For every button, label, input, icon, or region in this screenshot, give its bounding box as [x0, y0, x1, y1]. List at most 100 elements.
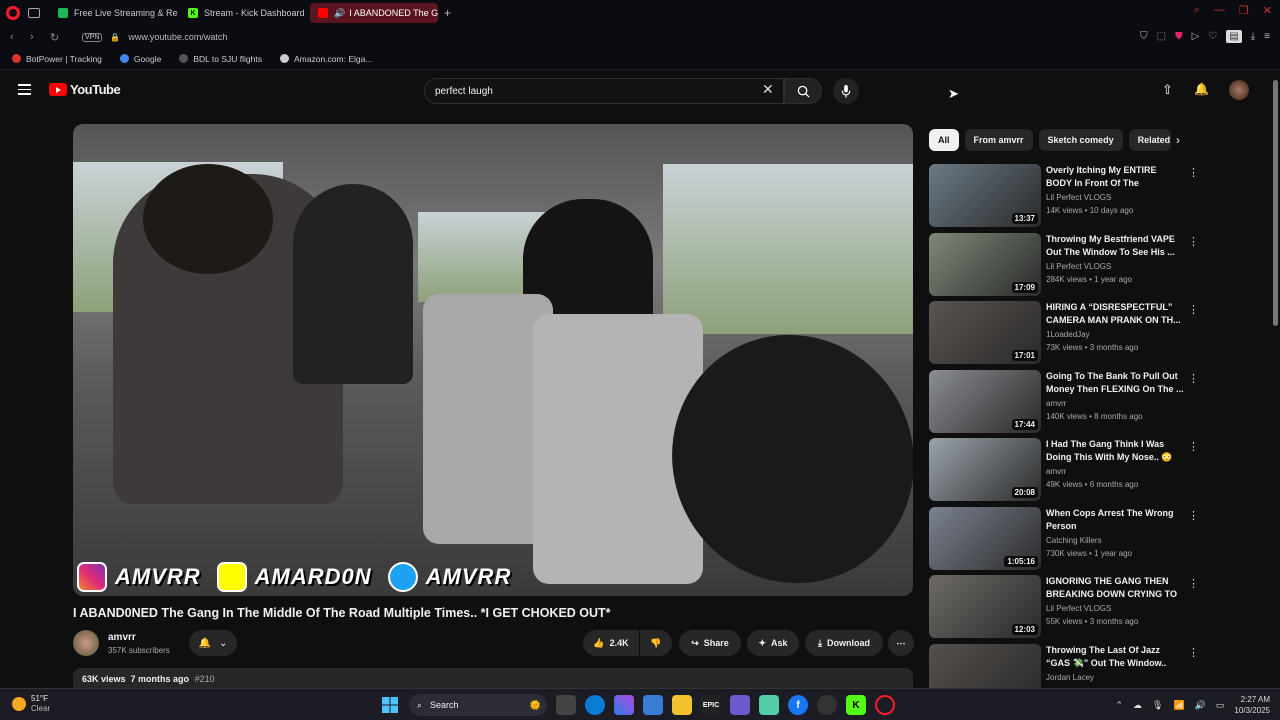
notification-settings-button[interactable]: 🔔 ⌄ — [189, 630, 237, 656]
opera-logo-icon[interactable] — [6, 6, 20, 20]
more-vertical-icon[interactable]: ⋮ — [1188, 646, 1199, 659]
app-icon[interactable] — [730, 695, 750, 715]
browser-tab-1[interactable]: Free Live Streaming & Re — [50, 3, 178, 23]
recommendation-channel[interactable]: amvrr — [1046, 467, 1066, 476]
like-button[interactable]: 👍 2.4K — [583, 630, 639, 656]
recommendation-title[interactable]: HIRING A “DISRESPECTFUL” CAMERA MAN PRAN… — [1046, 301, 1184, 327]
chip-all[interactable]: All — [929, 129, 959, 151]
opera-icon[interactable] — [875, 695, 895, 715]
heart-icon[interactable]: ♡ — [1208, 31, 1217, 42]
recommendation-item[interactable]: 17:09 Throwing My Bestfriend VAPE Out Th… — [929, 232, 1199, 297]
lock-icon[interactable]: 🔒 — [110, 33, 120, 42]
search-input[interactable]: perfect laugh — [424, 78, 784, 104]
ask-button[interactable]: ✦ Ask — [747, 630, 799, 656]
play-icon[interactable]: ▷ — [1192, 31, 1200, 42]
bookmark-item[interactable]: BotPower | Tracking — [12, 54, 102, 64]
description-box[interactable]: 63K views 7 months ago #210 — [73, 668, 913, 688]
facebook-icon[interactable]: f — [788, 695, 808, 715]
sidebar-toggle-icon[interactable] — [28, 8, 40, 18]
clear-search-icon[interactable]: ✕ — [762, 81, 774, 98]
video-thumbnail[interactable]: 17:01 — [929, 301, 1041, 364]
recommendation-title[interactable]: Throwing The Last Of Jazz “GAS 💸” Out Th… — [1046, 644, 1184, 670]
recommendation-item[interactable]: 13:37 Overly Itching My ENTIRE BODY In F… — [929, 164, 1199, 228]
shield-icon[interactable]: ⛊ — [1175, 31, 1183, 42]
recommendation-title[interactable]: Going To The Bank To Pull Out Money Then… — [1046, 370, 1184, 396]
more-vertical-icon[interactable]: ⋮ — [1188, 235, 1199, 248]
new-tab-button[interactable]: + — [444, 6, 451, 20]
recommendation-item[interactable]: 17:01 HIRING A “DISRESPECTFUL” CAMERA MA… — [929, 301, 1199, 365]
video-thumbnail[interactable]: 13:37 — [929, 164, 1041, 227]
url-field[interactable]: www.youtube.com/watch — [128, 32, 227, 42]
windows-start-icon[interactable] — [380, 695, 400, 715]
weather-widget[interactable]: 51°F Clear — [12, 694, 50, 714]
search-tabs-icon[interactable]: ⌕ — [1194, 4, 1200, 17]
extension-icon[interactable]: ▤ — [1226, 30, 1242, 43]
file-explorer-icon[interactable] — [672, 695, 692, 715]
recommendation-channel[interactable]: Lil Perfect VLOGS — [1046, 604, 1111, 613]
video-thumbnail[interactable]: 20:08 — [929, 438, 1041, 501]
menu-icon[interactable]: ≡ — [1264, 31, 1270, 42]
more-vertical-icon[interactable]: ⋮ — [1188, 372, 1199, 385]
bookmark-item[interactable]: Google — [119, 54, 161, 64]
more-vertical-icon[interactable]: ⋮ — [1188, 166, 1199, 179]
browser-tab-3[interactable]: 🔊 I ABANDONED The Ga — [310, 3, 438, 23]
video-player[interactable]: AMVRR AMARD0N AMVRR — [73, 124, 913, 596]
recommendation-title[interactable]: When Cops Arrest The Wrong Person — [1046, 507, 1184, 533]
more-vertical-icon[interactable]: ⋮ — [1188, 509, 1199, 522]
scrollbar[interactable] — [1273, 80, 1278, 326]
epic-games-icon[interactable]: EPIC — [701, 695, 721, 715]
snapshot-icon[interactable]: ⬚ — [1157, 31, 1166, 42]
forward-icon[interactable]: › — [30, 31, 40, 43]
video-thumbnail[interactable]: 12:03 — [929, 575, 1041, 638]
recommendation-title[interactable]: Throwing My Bestfriend VAPE Out The Wind… — [1046, 233, 1184, 259]
close-icon[interactable]: ✕ — [1263, 4, 1272, 17]
recommendation-channel[interactable]: Lil Perfect VLOGS — [1046, 193, 1111, 202]
copilot-icon[interactable] — [614, 695, 634, 715]
bookmark-item[interactable]: BDL to SJU flights — [179, 54, 262, 64]
chevron-right-icon[interactable]: › — [1176, 133, 1180, 147]
edge-icon[interactable] — [585, 695, 605, 715]
recommendation-channel[interactable]: Catching Killers — [1046, 536, 1102, 545]
more-vertical-icon[interactable]: ⋮ — [1188, 577, 1199, 590]
minimize-icon[interactable]: — — [1214, 4, 1225, 17]
more-vertical-icon[interactable]: ⋮ — [1188, 303, 1199, 316]
recommendation-item[interactable]: 12:03 IGNORING THE GANG THEN BREAKING DO… — [929, 575, 1199, 639]
channel-name[interactable]: amvrr — [108, 632, 136, 643]
volume-icon[interactable]: 🔊 — [1195, 700, 1206, 711]
task-view-icon[interactable] — [556, 695, 576, 715]
recommendation-channel[interactable]: Lil Perfect VLOGS — [1046, 262, 1111, 271]
download-icon[interactable]: ⤓ — [1251, 31, 1255, 42]
notifications-bell-icon[interactable]: 🔔 — [1194, 82, 1209, 96]
upload-icon[interactable]: ⇧ — [1162, 82, 1173, 98]
more-vertical-icon[interactable]: ⋮ — [1188, 440, 1199, 453]
bookmark-item[interactable]: Amazon.com: Elga... — [280, 54, 372, 64]
wifi-icon[interactable]: 📶 — [1173, 700, 1184, 711]
chip-sketch-comedy[interactable]: Sketch comedy — [1038, 129, 1123, 151]
account-avatar[interactable] — [1229, 80, 1249, 100]
search-button[interactable] — [784, 78, 822, 104]
dislike-button[interactable]: 👎 — [640, 630, 672, 656]
recommendation-item[interactable]: 17:44 Going To The Bank To Pull Out Mone… — [929, 369, 1199, 434]
taskbar-search[interactable]: ⌕ Search 🌞 — [409, 694, 547, 716]
kick-icon[interactable]: K — [846, 695, 866, 715]
recommendation-title[interactable]: IGNORING THE GANG THEN BREAKING DOWN CRY… — [1046, 575, 1184, 601]
channel-avatar[interactable] — [73, 630, 99, 656]
chevron-up-icon[interactable]: ⌃ — [1115, 700, 1123, 711]
back-icon[interactable]: ‹ — [10, 31, 20, 43]
video-thumbnail[interactable]: 1:05:16 — [929, 506, 1041, 570]
recommendation-channel[interactable]: amvrr — [1046, 399, 1066, 408]
clock[interactable]: 2:27 AM 10/3/2025 — [1234, 694, 1270, 716]
hashtag[interactable]: #210 — [195, 674, 215, 684]
recommendation-item[interactable]: 20:08 I Had The Gang Think I Was Doing T… — [929, 438, 1199, 502]
more-actions-button[interactable]: ⋯ — [888, 630, 914, 656]
share-button[interactable]: ↪ Share — [679, 630, 741, 656]
recommendation-channel[interactable]: Jordan Lacey — [1046, 673, 1094, 682]
bookmark-icon[interactable]: ⛉ — [1140, 31, 1148, 42]
chip-related[interactable]: Related — [1128, 129, 1171, 151]
download-button[interactable]: ⤓ Download — [805, 630, 883, 656]
youtube-logo[interactable]: YouTube — [49, 82, 121, 97]
store-icon[interactable] — [643, 695, 663, 715]
hamburger-menu-icon[interactable] — [18, 84, 31, 98]
video-thumbnail[interactable]: 17:09 — [929, 232, 1041, 296]
vpn-badge[interactable]: VPN — [82, 32, 103, 42]
